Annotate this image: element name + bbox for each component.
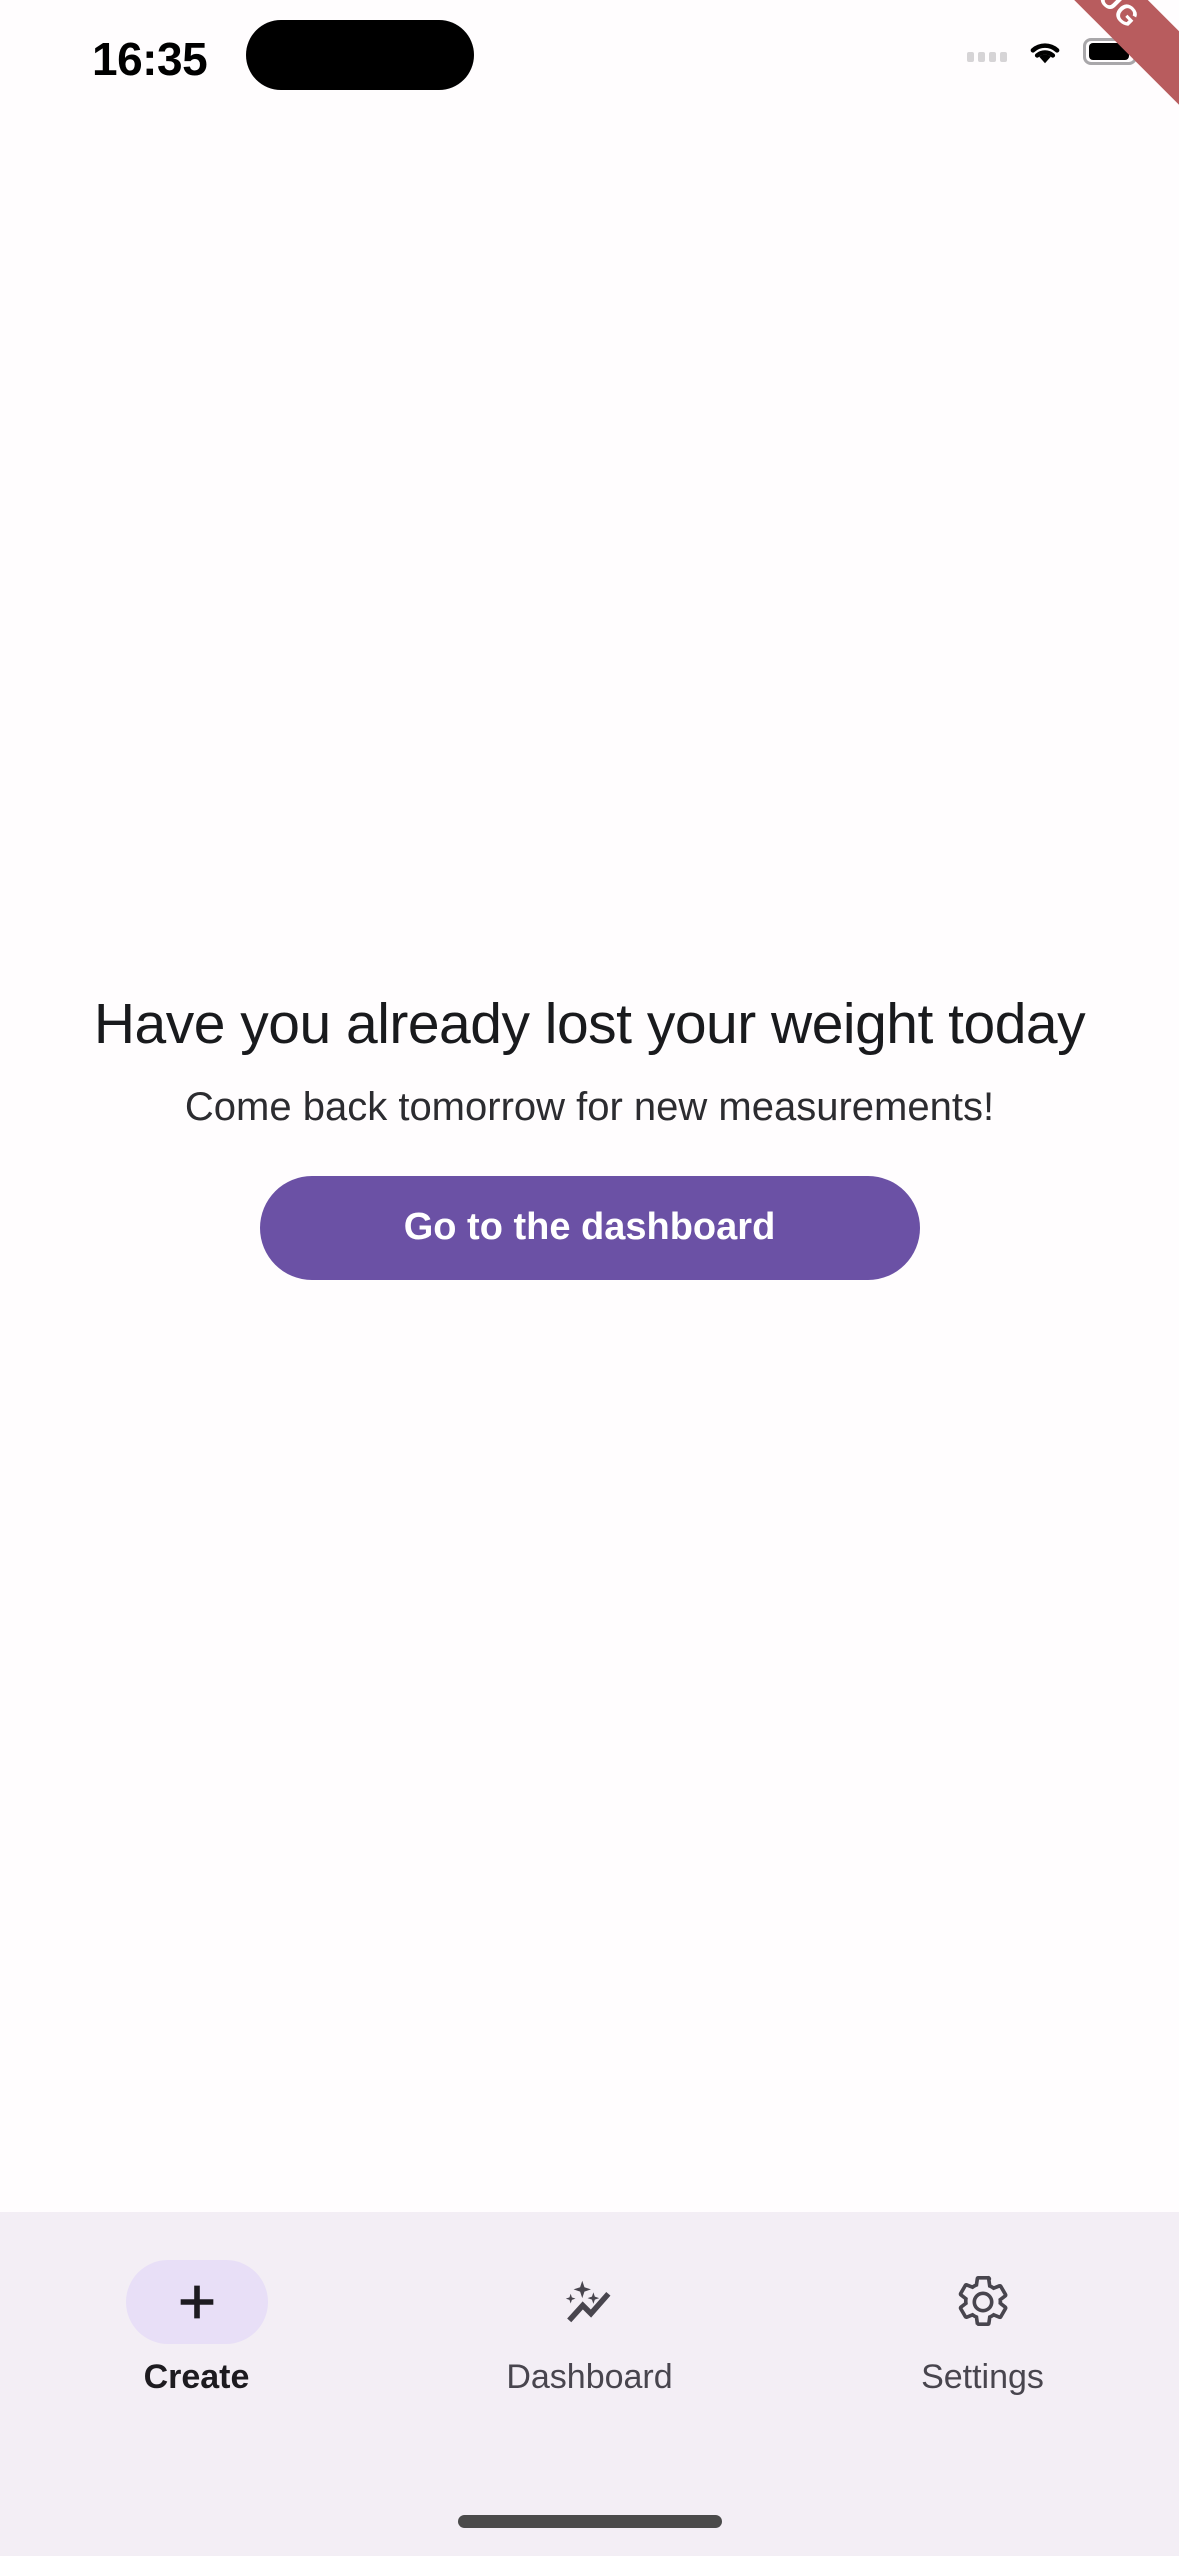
status-bar: 16:35 DEBUG	[0, 0, 1179, 146]
home-indicator[interactable]	[457, 2515, 722, 2528]
bottom-navigation-bar: Create Dashboard Settings	[0, 2212, 1179, 2556]
nav-item-settings[interactable]: Settings	[786, 2260, 1179, 2556]
go-to-dashboard-button[interactable]: Go to the dashboard	[259, 1175, 920, 1280]
status-bar-indicators	[967, 34, 1142, 68]
auto-graph-icon	[561, 2273, 619, 2331]
phone-screen: 16:35 DEBUG Have you already lost your w…	[0, 0, 1179, 2556]
plus-icon	[169, 2274, 225, 2330]
nav-label-dashboard: Dashboard	[506, 2358, 673, 2396]
nav-item-create[interactable]: Create	[0, 2260, 393, 2556]
empty-state-block: Have you already lost your weight today …	[46, 992, 1133, 1280]
gear-icon	[954, 2273, 1012, 2331]
page-title: Have you already lost your weight today	[93, 992, 1086, 1057]
nav-active-indicator-create	[125, 2260, 268, 2344]
nav-label-create: Create	[143, 2358, 250, 2396]
status-bar-time: 16:35	[92, 33, 208, 85]
nav-item-dashboard[interactable]: Dashboard	[393, 2260, 786, 2556]
nav-indicator-dashboard	[519, 2260, 661, 2344]
nav-indicator-settings	[912, 2260, 1054, 2344]
signal-dots-icon	[967, 40, 1007, 62]
dynamic-island	[246, 20, 474, 90]
page-subtitle: Come back tomorrow for new measurements!	[184, 1084, 995, 1129]
main-content: Have you already lost your weight today …	[0, 120, 1179, 2212]
nav-label-settings: Settings	[921, 2358, 1044, 2396]
wifi-icon	[1023, 34, 1067, 68]
